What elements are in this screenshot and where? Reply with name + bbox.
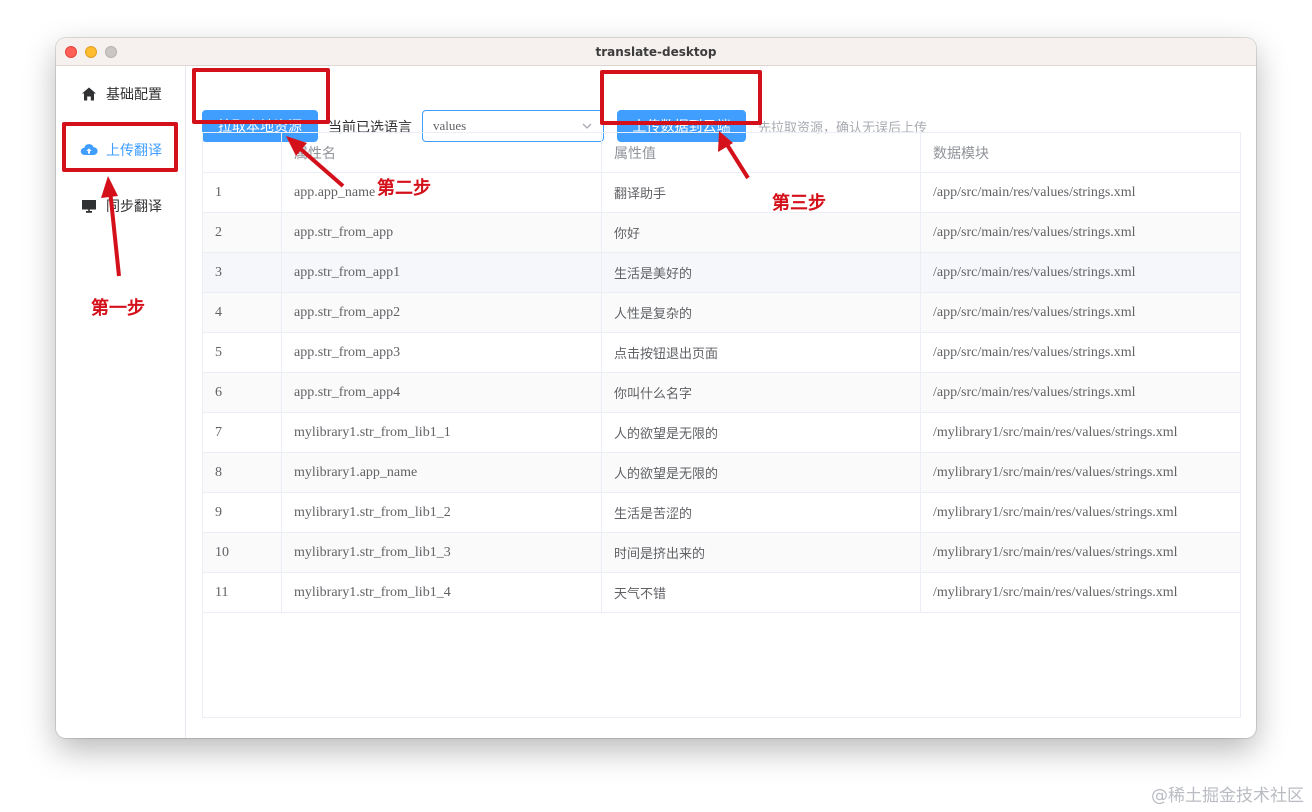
minimize-window-button[interactable] [85,46,97,58]
cell-attribute-name: mylibrary1.app_name [282,453,602,492]
cell-data-module: /mylibrary1/src/main/res/values/strings.… [933,584,1178,600]
table-row[interactable]: 5 app.str_from_app3 点击按钮退出页面/app/src/main/… [203,333,1240,373]
cell-attribute-name: mylibrary1.str_from_lib1_2 [282,493,602,532]
cell-data-module: /app/src/main/res/values/strings.xml [933,344,1136,360]
cell-attribute-value: 人的欲望是无限的 [602,413,921,452]
sidebar-item-label: 上传翻译 [106,143,162,159]
home-icon [80,85,98,103]
cell-attribute-name: app.str_from_app4 [282,373,602,412]
cell-index: 11 [203,573,282,612]
cell-attribute-value: 天气不错 [602,573,921,612]
cell-data-module: /mylibrary1/src/main/res/values/strings.… [933,424,1178,440]
cell-attribute-value: 翻译助手 [602,173,921,212]
cell-attribute-name: app.app_name [282,173,602,212]
sidebar: 基础配置 上传翻译 同步翻译 [56,66,186,738]
watermark: @稀土掘金技术社区 [1151,786,1304,806]
sidebar-item-basic-config[interactable]: 基础配置 [56,66,185,122]
cell-data-module: /mylibrary1/src/main/res/values/strings.… [933,504,1178,520]
maximize-window-button[interactable] [105,46,117,58]
cell-data-module: /app/src/main/res/values/strings.xml [933,264,1136,280]
cell-index: 4 [203,293,282,332]
window-title: translate-desktop [595,44,717,59]
main-content: 拉取本地资源 当前已选语言 values 上传数据到云端 先拉取资源，确认无误后… [187,66,1256,738]
column-header-attribute-value: 属性值 [602,133,921,172]
table-row[interactable]: 8 mylibrary1.app_name 人的欲望是无限的/mylibrary1/… [203,453,1240,493]
cell-attribute-name: app.str_from_app2 [282,293,602,332]
cell-data-module: /mylibrary1/src/main/res/values/strings.… [933,544,1178,560]
table-row[interactable]: 7 mylibrary1.str_from_lib1_1 人的欲望是无限的/myli… [203,413,1240,453]
sidebar-item-sync-translation[interactable]: 同步翻译 [56,178,185,234]
cell-attribute-name: mylibrary1.str_from_lib1_4 [282,573,602,612]
app-window: translate-desktop 基础配置 上传翻译 同步翻译 拉取本地资源 … [56,38,1256,738]
cell-attribute-value: 你叫什么名字 [602,373,921,412]
sidebar-item-label: 同步翻译 [106,199,162,215]
cell-attribute-value: 人性是复杂的 [602,293,921,332]
cell-index: 9 [203,493,282,532]
cell-attribute-value: 人的欲望是无限的 [602,453,921,492]
translation-table: 属性名 属性值 数据模块 1 app.app_name 翻译助手/app/src/m… [202,132,1241,718]
table-row[interactable]: 11 mylibrary1.str_from_lib1_4 天气不错/mylibra… [203,573,1240,613]
cell-attribute-name: app.str_from_app [282,213,602,252]
title-bar: translate-desktop [56,38,1256,66]
cell-data-module: /app/src/main/res/values/strings.xml [933,304,1136,320]
cell-index: 10 [203,533,282,572]
cell-index: 3 [203,253,282,292]
cell-attribute-name: app.str_from_app1 [282,253,602,292]
cloud-upload-icon [80,141,98,159]
column-header-index [203,133,282,172]
cell-data-module: /mylibrary1/src/main/res/values/strings.… [933,464,1178,480]
window-controls [65,46,117,58]
monitor-icon [80,197,98,215]
cell-index: 2 [203,213,282,252]
column-header-data-module: 数据模块 [933,145,989,162]
table-header-row: 属性名 属性值 数据模块 [203,133,1240,173]
cell-attribute-value: 你好 [602,213,921,252]
sidebar-item-upload-translation[interactable]: 上传翻译 [56,122,185,178]
table-row[interactable]: 9 mylibrary1.str_from_lib1_2 生活是苦涩的/mylibr… [203,493,1240,533]
close-window-button[interactable] [65,46,77,58]
cell-index: 5 [203,333,282,372]
cell-attribute-name: mylibrary1.str_from_lib1_1 [282,413,602,452]
cell-attribute-name: app.str_from_app3 [282,333,602,372]
table-row[interactable]: 1 app.app_name 翻译助手/app/src/main/res/value… [203,173,1240,213]
cell-index: 7 [203,413,282,452]
cell-data-module: /app/src/main/res/values/strings.xml [933,184,1136,200]
cell-attribute-value: 时间是挤出来的 [602,533,921,572]
table-row[interactable]: 3 app.str_from_app1 生活是美好的/app/src/main/re… [203,253,1240,293]
cell-attribute-value: 点击按钮退出页面 [602,333,921,372]
cell-data-module: /app/src/main/res/values/strings.xml [933,224,1136,240]
cell-index: 8 [203,453,282,492]
cell-attribute-name: mylibrary1.str_from_lib1_3 [282,533,602,572]
cell-index: 1 [203,173,282,212]
table-row[interactable]: 4 app.str_from_app2 人性是复杂的/app/src/main/re… [203,293,1240,333]
cell-data-module: /app/src/main/res/values/strings.xml [933,384,1136,400]
column-header-attribute-name: 属性名 [282,133,602,172]
cell-attribute-value: 生活是苦涩的 [602,493,921,532]
table-row[interactable]: 6 app.str_from_app4 你叫什么名字/app/src/main/re… [203,373,1240,413]
table-row[interactable]: 10 mylibrary1.str_from_lib1_3 时间是挤出来的/myli… [203,533,1240,573]
cell-attribute-value: 生活是美好的 [602,253,921,292]
table-row[interactable]: 2 app.str_from_app 你好/app/src/main/res/val… [203,213,1240,253]
cell-index: 6 [203,373,282,412]
sidebar-item-label: 基础配置 [106,87,162,103]
